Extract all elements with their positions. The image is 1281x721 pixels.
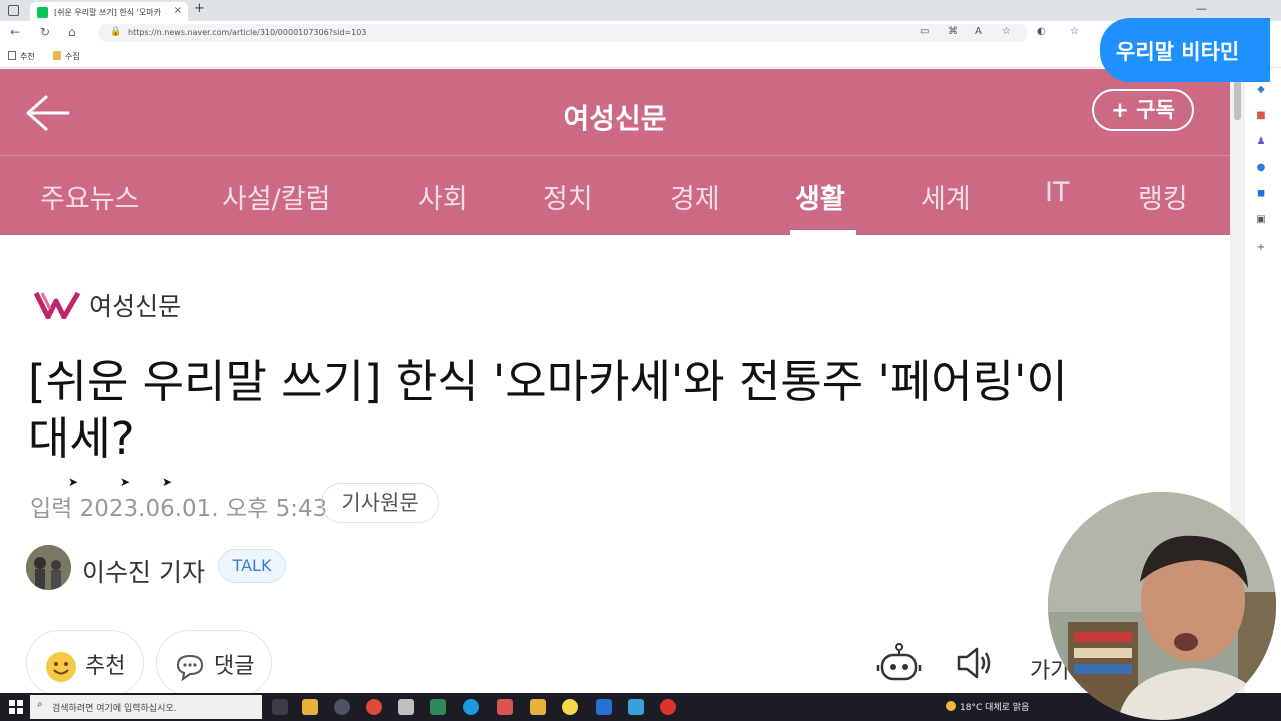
tab-it[interactable]: IT <box>1045 177 1069 208</box>
recommend-button[interactable]: 추천 <box>26 630 144 696</box>
avatar-photo-icon <box>26 545 71 590</box>
smile-icon <box>46 652 76 682</box>
page-icon <box>8 51 16 60</box>
channel-watermark: 우리말 비타민 <box>1100 18 1270 82</box>
comment-label: 댓글 <box>214 654 255 679</box>
author-avatar[interactable] <box>26 545 71 590</box>
lock-icon: 🔒 <box>110 27 122 37</box>
comment-bubble-icon <box>176 654 204 682</box>
sidebar-games-icon[interactable]: ♟ <box>1255 136 1267 148</box>
press-logo[interactable]: 여성신문 <box>34 287 181 323</box>
taskbar-search-placeholder: 검색하려면 여기에 입력하십시오. <box>52 704 177 714</box>
windows-start-icon[interactable] <box>9 700 23 714</box>
weather-sun-icon <box>946 701 956 711</box>
browser-tab-bar: [쉬운 우리말 쓰기] 한식 '오마카 × + — <box>0 0 1281 21</box>
sidebar-add-icon[interactable]: + <box>1255 242 1267 254</box>
new-tab-icon[interactable]: + <box>194 1 205 16</box>
tab-politics[interactable]: 정치 <box>543 177 593 216</box>
tab-world[interactable]: 세계 <box>921 177 971 216</box>
app-icon[interactable] <box>660 699 676 715</box>
chrome-icon[interactable] <box>366 699 382 715</box>
app-icon[interactable] <box>334 699 350 715</box>
screen: [쉬운 우리말 쓰기] 한식 '오마카 × + — ← ↻ ⌂ 🔒 https:… <box>0 0 1281 721</box>
header-divider <box>0 155 1230 156</box>
favorite-star-icon[interactable]: ☆ <box>1002 26 1011 37</box>
app-icon[interactable] <box>398 699 414 715</box>
window-menu-icon[interactable] <box>8 5 19 16</box>
presenter-photo-icon <box>1048 492 1276 720</box>
split-screen-icon[interactable]: ◐ <box>1037 26 1046 37</box>
bookmark-item[interactable]: 추천 <box>8 51 35 62</box>
app-icon[interactable] <box>430 699 446 715</box>
speaker-icon[interactable] <box>955 643 995 683</box>
womens-news-logo-icon <box>34 291 80 319</box>
file-explorer-icon[interactable] <box>302 699 318 715</box>
press-header: 여성신문 + 구독 주요뉴스 사설/칼럼 사회 정치 경제 생활 세계 IT 랭… <box>0 69 1230 235</box>
talk-button[interactable]: TALK <box>218 549 286 583</box>
comment-button[interactable]: 댓글 <box>156 630 272 696</box>
back-icon[interactable]: ← <box>10 25 20 39</box>
tab-economy[interactable]: 경제 <box>670 177 720 216</box>
tab-life[interactable]: 생활 <box>795 177 845 216</box>
bookmark-label: 수집 <box>65 52 80 61</box>
refresh-icon[interactable]: ↻ <box>40 25 50 39</box>
sidebar-outlook-icon[interactable]: ◼ <box>1255 188 1267 200</box>
edge-icon[interactable] <box>463 699 479 715</box>
bookmark-label: 추천 <box>20 52 35 61</box>
naver-favicon-icon <box>37 7 48 18</box>
press-title: 여성신문 <box>563 102 667 135</box>
article: 여성신문 [쉬운 우리말 쓰기] 한식 '오마카세'와 전통주 '페어링'이 대… <box>0 235 1230 696</box>
browser-toolbar: ← ↻ ⌂ 🔒 https://n.news.naver.com/article… <box>0 21 1281 46</box>
folder-icon <box>53 51 61 60</box>
cursor-icon: ➤ <box>120 475 131 489</box>
scrollbar-thumb[interactable] <box>1234 80 1241 120</box>
cursor-icon: ➤ <box>162 475 173 489</box>
sidebar-diamond-icon[interactable]: ◆ <box>1255 84 1267 96</box>
address-bar[interactable]: 🔒 https://n.news.naver.com/article/310/0… <box>98 24 1028 42</box>
home-icon[interactable]: ⌂ <box>68 25 76 39</box>
cursor-icon: ➤ <box>68 475 79 489</box>
tab-society[interactable]: 사회 <box>418 177 468 216</box>
weather-text: 18°C 대체로 맑음 <box>960 703 1030 713</box>
recommend-label: 추천 <box>85 654 126 679</box>
robot-summary-icon[interactable] <box>876 643 922 687</box>
kakaotalk-icon[interactable] <box>562 699 578 715</box>
taskbar-search[interactable]: ⌕ 검색하려면 여기에 입력하십시오. <box>30 695 262 719</box>
subscribe-button[interactable]: + 구독 <box>1092 89 1194 131</box>
app-icon[interactable] <box>497 699 513 715</box>
read-aloud-icon[interactable]: A <box>975 26 982 37</box>
favorites-icon[interactable]: ☆ <box>1070 26 1079 37</box>
article-headline: [쉬운 우리말 쓰기] 한식 '오마카세'와 전통주 '페어링'이 대세? <box>28 355 1068 465</box>
presenter-webcam <box>1048 492 1276 720</box>
app-icon[interactable]: ⌘ <box>948 26 958 37</box>
reader-icon[interactable]: ▭ <box>920 26 929 37</box>
published-time: 입력 2023.06.01. 오후 5:43 <box>30 496 328 522</box>
tab-editorial[interactable]: 사설/칼럼 <box>222 177 330 216</box>
search-icon: ⌕ <box>37 699 43 710</box>
bookmark-folder[interactable]: 수집 <box>53 51 80 62</box>
tab-title: [쉬운 우리말 쓰기] 한식 '오마카 <box>54 8 161 17</box>
author-name[interactable]: 이수진 기자 <box>82 553 205 589</box>
sidebar-office-icon[interactable]: ● <box>1255 162 1267 174</box>
tab-close-icon[interactable]: × <box>174 5 182 16</box>
press-logo-name: 여성신문 <box>89 292 182 321</box>
tab-main-news[interactable]: 주요뉴스 <box>40 177 139 216</box>
browser-tab[interactable]: [쉬운 우리말 쓰기] 한식 '오마카 × <box>30 2 188 21</box>
system-tray[interactable]: 18°C 대체로 맑음 <box>946 700 1029 713</box>
app-icon[interactable] <box>628 699 644 715</box>
windows-taskbar: ⌕ 검색하려면 여기에 입력하십시오. 18°C 대체로 맑음 <box>0 693 1281 721</box>
bookmarks-bar: 추천 수집 <box>0 46 1281 68</box>
task-view-icon[interactable] <box>272 699 288 715</box>
url-text: https://n.news.naver.com/article/310/000… <box>128 28 367 37</box>
minimize-icon[interactable]: — <box>1196 2 1207 15</box>
sidebar-toolbox-icon[interactable]: ■ <box>1255 110 1267 122</box>
sidebar-apps-icon[interactable]: ▣ <box>1255 214 1267 226</box>
app-icon[interactable] <box>530 699 546 715</box>
original-article-button[interactable]: 기사원문 <box>321 483 439 523</box>
app-icon[interactable] <box>596 699 612 715</box>
tab-ranking[interactable]: 랭킹 <box>1138 177 1188 216</box>
